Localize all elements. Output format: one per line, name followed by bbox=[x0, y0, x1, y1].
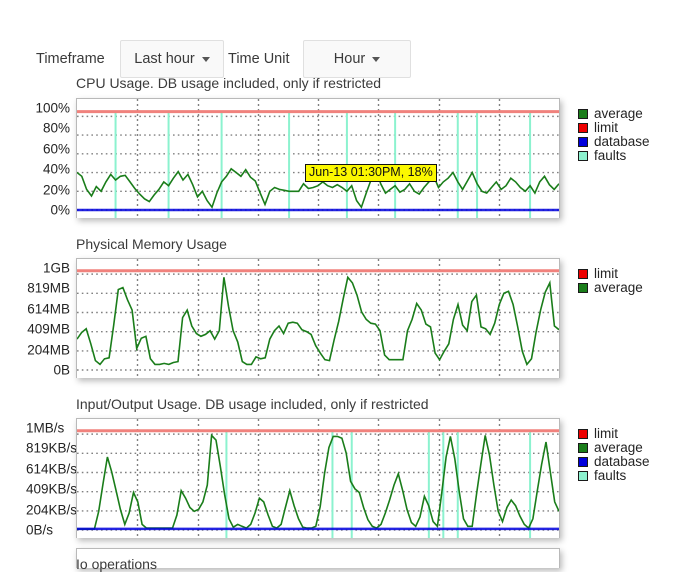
legend-swatch-icon bbox=[578, 108, 588, 119]
timeframe-dropdown-value: Last hour bbox=[134, 51, 195, 67]
chart-canvas bbox=[77, 99, 559, 218]
y-axis-tick: 1GB bbox=[42, 260, 70, 276]
legend-swatch-icon bbox=[578, 282, 588, 293]
y-axis-tick: 80% bbox=[42, 120, 70, 136]
y-axis-tick: 0B/s bbox=[26, 522, 54, 538]
chart-title-io: Input/Output Usage. DB usage included, o… bbox=[76, 396, 429, 412]
legend-label: limit bbox=[594, 426, 618, 441]
y-axis-tick: 614KB/s bbox=[26, 461, 78, 477]
chart-canvas bbox=[77, 259, 559, 378]
chart-title-memory: Physical Memory Usage bbox=[76, 236, 227, 252]
y-axis-io: 1MB/s 819KB/s 614KB/s 409KB/s 204KB/s 0B/s bbox=[0, 418, 77, 538]
legend-item[interactable]: limit bbox=[578, 427, 650, 441]
chart-plot-cpu[interactable] bbox=[76, 98, 560, 218]
legend-swatch-icon bbox=[578, 268, 588, 279]
y-axis-tick: 60% bbox=[42, 141, 70, 157]
y-axis-tick: 0% bbox=[50, 202, 70, 218]
chart-canvas bbox=[77, 419, 559, 538]
legend-label: average bbox=[594, 106, 643, 121]
legend-label: database bbox=[594, 134, 650, 149]
chart-tooltip: Jun-13 01:30PM, 18% bbox=[305, 164, 437, 182]
y-axis-tick: 1MB/s bbox=[26, 420, 65, 436]
chevron-down-icon bbox=[372, 56, 381, 62]
legend-item[interactable]: faults bbox=[578, 149, 650, 163]
legend-item[interactable]: faults bbox=[578, 469, 650, 483]
timeunit-label: Time Unit bbox=[228, 51, 290, 67]
legend-item[interactable]: average bbox=[578, 107, 650, 121]
y-axis-tick: 40% bbox=[42, 161, 70, 177]
y-axis-tick: 614MB bbox=[27, 301, 70, 317]
legend-item[interactable]: limit bbox=[578, 267, 643, 281]
chart-plot-memory[interactable] bbox=[76, 258, 560, 378]
toolbar: Timeframe Last hour Time Unit Hour bbox=[0, 40, 681, 78]
y-axis-tick: 409MB bbox=[27, 321, 70, 337]
legend-item[interactable]: database bbox=[578, 455, 650, 469]
monitoring-dashboard: Timeframe Last hour Time Unit Hour CPU U… bbox=[0, 0, 681, 572]
legend-label: average bbox=[594, 440, 643, 455]
legend-swatch-icon bbox=[578, 442, 588, 453]
y-axis-tick: 100% bbox=[35, 100, 70, 116]
timeframe-dropdown[interactable]: Last hour bbox=[120, 40, 224, 78]
legend-label: faults bbox=[594, 468, 627, 483]
chart-legend-cpu: average limit database faults bbox=[578, 107, 650, 163]
chevron-down-icon bbox=[201, 56, 210, 62]
timeframe-label: Timeframe bbox=[36, 51, 105, 67]
legend-swatch-icon bbox=[578, 428, 588, 439]
legend-swatch-icon bbox=[578, 470, 588, 481]
legend-item[interactable]: limit bbox=[578, 121, 650, 135]
legend-swatch-icon bbox=[578, 122, 588, 133]
y-axis-memory: 1GB 819MB 614MB 409MB 204MB 0B bbox=[0, 258, 70, 376]
legend-label: limit bbox=[594, 266, 618, 281]
y-axis-tick: 20% bbox=[42, 181, 70, 197]
y-axis-tick: 204KB/s bbox=[26, 501, 78, 517]
legend-item[interactable]: database bbox=[578, 135, 650, 149]
legend-label: database bbox=[594, 454, 650, 469]
y-axis-tick: 819KB/s bbox=[26, 440, 78, 456]
y-axis-cpu: 100% 80% 60% 40% 20% 0% bbox=[0, 98, 70, 216]
legend-item[interactable]: average bbox=[578, 441, 650, 455]
chart-legend-memory: limit average bbox=[578, 267, 643, 295]
legend-swatch-icon bbox=[578, 136, 588, 147]
chart-title-io-operations: Io operations bbox=[76, 556, 157, 572]
legend-label: faults bbox=[594, 148, 627, 163]
y-axis-tick: 409KB/s bbox=[26, 481, 78, 497]
legend-label: average bbox=[594, 280, 643, 295]
timeunit-dropdown-value: Hour bbox=[333, 51, 366, 67]
timeunit-dropdown[interactable]: Hour bbox=[303, 40, 411, 78]
chart-legend-io: limit average database faults bbox=[578, 427, 650, 483]
y-axis-tick: 0B bbox=[53, 362, 70, 378]
legend-label: limit bbox=[594, 120, 618, 135]
y-axis-tick: 819MB bbox=[27, 280, 70, 296]
legend-swatch-icon bbox=[578, 456, 588, 467]
chart-title-cpu: CPU Usage. DB usage included, only if re… bbox=[76, 75, 382, 91]
chart-plot-io[interactable] bbox=[76, 418, 560, 538]
legend-swatch-icon bbox=[578, 150, 588, 161]
legend-item[interactable]: average bbox=[578, 281, 643, 295]
y-axis-tick: 204MB bbox=[27, 341, 70, 357]
